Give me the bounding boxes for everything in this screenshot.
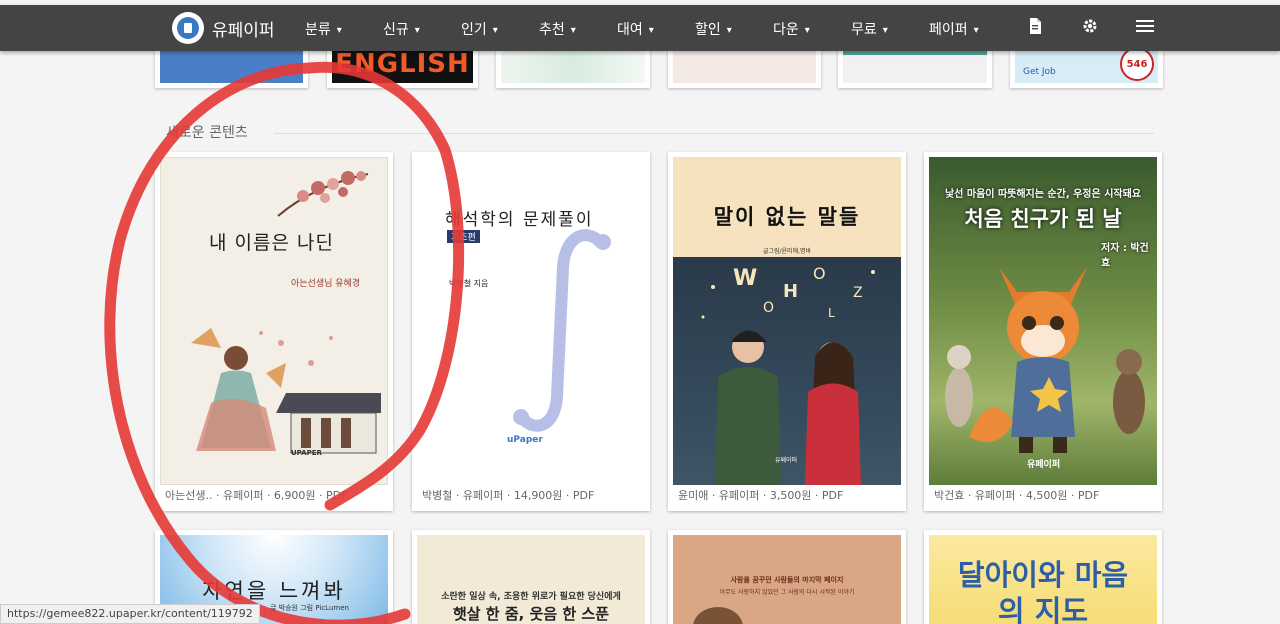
book-cover: 사람을 꿈꾸던 사람들의 마지막 페이지 아무도 사랑하지 않았던 그 사람의 … (673, 535, 901, 624)
cover-title: 처음 친구가 된 날 (964, 207, 1122, 231)
integral-sign-graphic (513, 229, 611, 432)
book-cover: 말이 없는 말들 글그림/윤미애,명바 W H O O Z L 유페이퍼 (673, 157, 901, 485)
chevron-down-icon: ▾ (882, 25, 888, 36)
chevron-down-icon: ▾ (336, 25, 342, 36)
getjob-label: Get Job (1023, 67, 1056, 77)
cover-publisher: UPAPER (291, 449, 322, 457)
nav-menu-discount[interactable]: 할인 ▾ (695, 19, 732, 39)
cover-publisher: 유페이퍼 (775, 457, 798, 464)
brand-name: 유페이퍼 (212, 20, 275, 41)
cover-title: 내 이름은 나딘 (209, 232, 334, 254)
upaper-logo-icon (172, 12, 204, 44)
blossom-branch-icon (277, 171, 369, 217)
chevron-down-icon: ▾ (726, 25, 732, 36)
book-cover: 소란한 일상 속, 조용한 위로가 필요한 당신에게 햇살 한 줌, 웃음 한 … (417, 535, 645, 624)
cover-publisher: 유페이퍼 (1027, 460, 1061, 470)
cover-subtitle: 기초편 (447, 230, 480, 243)
cover-subtitle: 아무도 사랑하지 않았던 그 사람의 다시 시작된 이야기 (719, 589, 855, 596)
nav-menu-free[interactable]: 무료 ▾ (851, 19, 888, 39)
cover-tagline: 소란한 일상 속, 조용한 위로가 필요한 당신에게 (441, 592, 621, 602)
top-navbar: 유페이퍼 분류 ▾ 신규 ▾ 인기 ▾ 추천 ▾ 대여 ▾ 할인 ▾ 다운 ▾ 무료 ▾ 페이퍼… (0, 5, 1280, 51)
cover-publisher: uPaper (507, 435, 543, 445)
cover-tagline: 낯선 마음이 따뜻해지는 순간, 우정은 시작돼요 (944, 189, 1141, 200)
hamburger-menu-icon[interactable] (1136, 18, 1154, 38)
svg-text:L: L (828, 306, 835, 320)
brand-link[interactable]: 유페이퍼 (172, 12, 275, 44)
svg-text:O: O (763, 300, 774, 316)
fox-friends-illustration (945, 267, 1145, 453)
book-meta: 아는선생.. · 유페이퍼 · 6,900원 · PDF (165, 489, 348, 502)
book-cover: 해석학의 문제풀이 기초편 박병철 지음 uPaper (417, 157, 645, 485)
hanbok-girl-illustration (191, 328, 381, 454)
section-heading-new-content: 새로운 콘텐츠 (166, 125, 248, 141)
two-kids-illustration: W H O O Z L (701, 264, 875, 485)
book-meta: 윤미애 · 유페이퍼 · 3,500원 · PDF (678, 489, 844, 502)
gear-icon[interactable] (1082, 18, 1098, 38)
book-cover: 낯선 마음이 따뜻해지는 순간, 우정은 시작돼요 처음 친구가 된 날 저자 … (929, 157, 1157, 485)
nav-menu-rental[interactable]: 대여 ▾ (617, 19, 654, 39)
book-card-6[interactable]: 소란한 일상 속, 조용한 위로가 필요한 당신에게 햇살 한 줌, 웃음 한 … (412, 530, 650, 624)
nav-menu-category[interactable]: 분류 ▾ (305, 19, 342, 39)
book-cover: 달아이와 마음의 지도 (929, 535, 1157, 624)
cover-title: 달아이와 마음의 지도 (957, 558, 1129, 624)
book-cover: 내 이름은 나딘 아는선생님 유혜경 UPAPER (160, 157, 388, 485)
nav-menu-recommend[interactable]: 추천 ▾ (539, 19, 576, 39)
chevron-down-icon: ▾ (804, 25, 810, 36)
cover-title: 햇살 한 줌, 웃음 한 스푼 (452, 605, 609, 623)
book-card-2[interactable]: 해석학의 문제풀이 기초편 박병철 지음 uPaper 박병철 · 유페이퍼 ·… (412, 152, 650, 511)
chevron-down-icon: ▾ (414, 25, 420, 36)
book-card-8[interactable]: 달아이와 마음의 지도 (924, 530, 1162, 624)
book-card-4[interactable]: 낯선 마음이 따뜻해지는 순간, 우정은 시작돼요 처음 친구가 된 날 저자 … (924, 152, 1162, 511)
cover-author: 박병철 지음 (449, 279, 489, 288)
svg-text:O: O (813, 264, 826, 283)
nav-menu-paper[interactable]: 페이퍼 ▾ (929, 19, 979, 39)
cover-title: 말이 없는 말들 (713, 205, 861, 229)
cover-author: 아는선생님 유혜경 (291, 279, 361, 289)
chevron-down-icon: ▾ (492, 25, 498, 36)
cover-title: 자연을 느껴봐 (202, 579, 346, 603)
document-icon[interactable] (1028, 18, 1042, 38)
book-meta: 박병철 · 유페이퍼 · 14,900원 · PDF (422, 489, 595, 502)
chevron-down-icon: ▾ (570, 25, 576, 36)
svg-text:H: H (783, 281, 798, 302)
chevron-down-icon: ▾ (648, 25, 654, 36)
cover-author: 글그림/윤미애,명바 (762, 248, 812, 255)
book-card-7[interactable]: 사람을 꿈꾸던 사람들의 마지막 페이지 아무도 사랑하지 않았던 그 사람의 … (668, 530, 906, 624)
browser-status-url: https://gemee822.upaper.kr/content/11979… (0, 604, 260, 624)
book-card-3[interactable]: 말이 없는 말들 글그림/윤미애,명바 W H O O Z L 유페이퍼 윤미애… (668, 152, 906, 511)
book-meta: 박건효 · 유페이퍼 · 4,500원 · PDF (934, 489, 1100, 502)
chevron-down-icon: ▾ (973, 25, 979, 36)
nav-menu-new[interactable]: 신규 ▾ (383, 19, 420, 39)
section-divider (274, 133, 1154, 134)
nav-menu-download[interactable]: 다운 ▾ (773, 19, 810, 39)
cover-tagline: 사람을 꿈꾸던 사람들의 마지막 페이지 (730, 576, 844, 584)
book-card-1[interactable]: 내 이름은 나딘 아는선생님 유혜경 UPAPER 아는선생.. · 유페이퍼 … (155, 152, 393, 511)
svg-text:W: W (733, 266, 757, 291)
badge-546: 546 (1120, 47, 1154, 81)
nav-menu-popular[interactable]: 인기 ▾ (461, 19, 498, 39)
svg-text:Z: Z (853, 285, 863, 301)
